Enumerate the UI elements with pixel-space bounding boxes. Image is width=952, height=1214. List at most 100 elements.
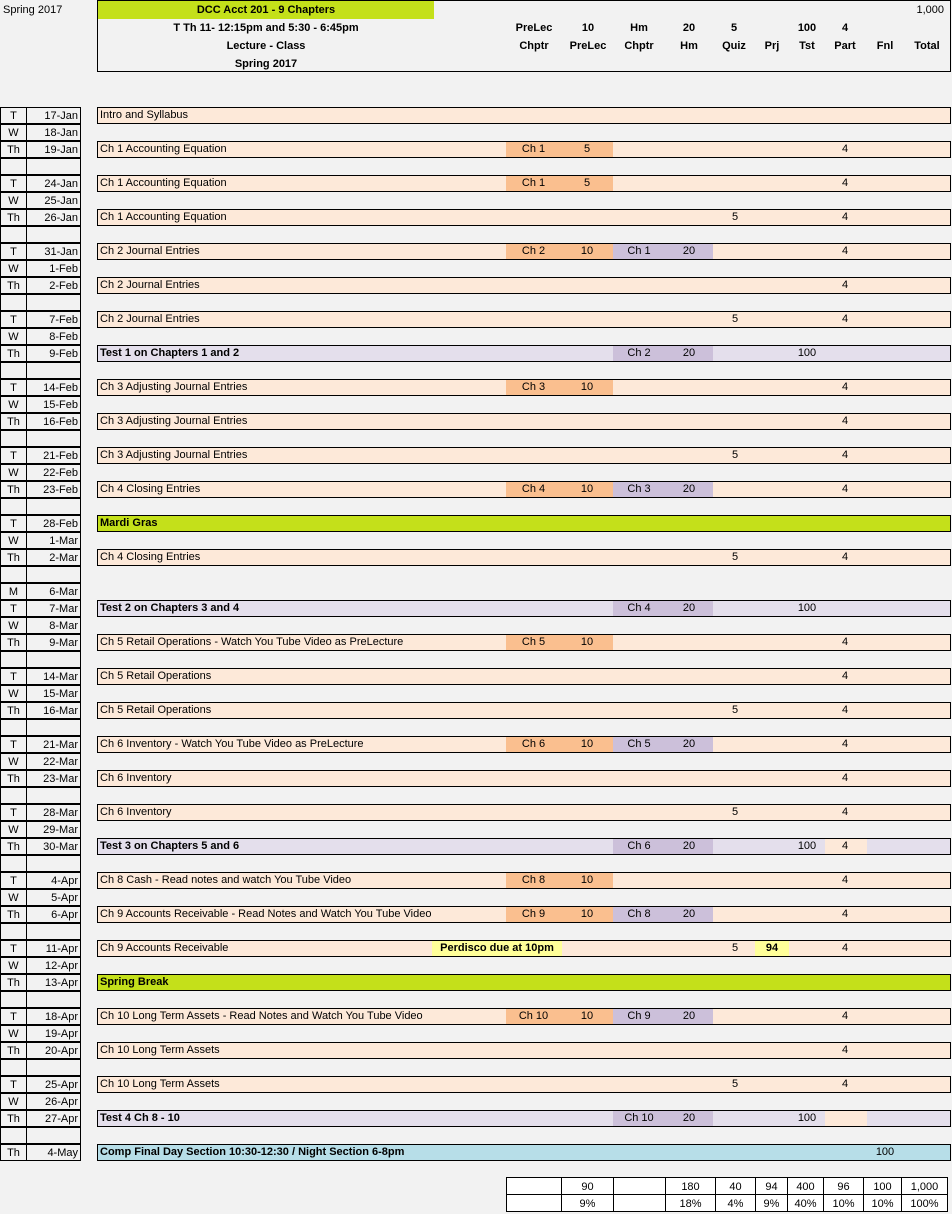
- date-cell-blank: [26, 719, 81, 736]
- hm-chapter: Ch 1: [627, 245, 651, 257]
- test-points: 100: [797, 840, 817, 852]
- row-topic: Ch 5 Retail Operations - Watch You Tube …: [100, 636, 404, 648]
- prelec-chapter: Ch 1: [521, 143, 546, 155]
- participation-points: 4: [841, 415, 849, 427]
- col-header-part: Part: [834, 40, 856, 52]
- row-topic: Ch 10 Long Term Assets: [100, 1078, 220, 1090]
- date-cell: 12-Apr: [26, 957, 81, 974]
- hm-chapter: Ch 3: [627, 483, 651, 495]
- schedule-row: Ch 9 Accounts Receivable 5 94 4 Perdisco due…: [97, 940, 951, 957]
- participation-points: 4: [841, 245, 849, 257]
- day-cell-blank: [0, 855, 27, 872]
- prelec-points: 10: [580, 245, 594, 257]
- row-topic: Mardi Gras: [100, 517, 158, 529]
- schedule-row: Ch 1 Accounting Equation Ch 1 5 4: [97, 175, 951, 192]
- prelec-chapter: Ch 3: [521, 381, 546, 393]
- date-cell: 1-Mar: [26, 532, 81, 549]
- row-topic: Ch 4 Closing Entries: [100, 551, 201, 563]
- participation-points: 4: [841, 738, 849, 750]
- date-cell: 28-Mar: [26, 804, 81, 821]
- day-cell: T: [0, 736, 27, 753]
- test-points: 100: [797, 602, 817, 614]
- hm-points-value: 20: [682, 22, 696, 34]
- date-cell: 21-Mar: [26, 736, 81, 753]
- schedule-row: Intro and Syllabus: [97, 107, 951, 124]
- schedule-row: Ch 1 Accounting Equation 5 4: [97, 209, 951, 226]
- day-cell: W: [0, 821, 27, 838]
- schedule-row: Test 3 on Chapters 5 and 6 Ch 6 20 100 4: [97, 838, 951, 855]
- total-blank-cell: [506, 1194, 562, 1212]
- row-topic: Spring Break: [100, 976, 169, 988]
- class-term: Spring 2017: [234, 58, 298, 70]
- hm-chapter: Ch 4: [627, 602, 651, 614]
- schedule-row: Ch 4 Closing Entries 5 4: [97, 549, 951, 566]
- row-topic: Ch 3 Adjusting Journal Entries: [100, 381, 248, 393]
- day-cell: Th: [0, 481, 27, 498]
- participation-points: 4: [841, 551, 849, 563]
- schedule-row: Ch 10 Long Term Assets 5 4: [97, 1076, 951, 1093]
- total-points-cell: 180: [665, 1177, 716, 1195]
- date-cell: 4-May: [26, 1144, 81, 1161]
- day-cell: T: [0, 1008, 27, 1025]
- day-cell: W: [0, 328, 27, 345]
- participation-points: 4: [841, 772, 849, 784]
- day-cell: T: [0, 447, 27, 464]
- day-cell: Th: [0, 770, 27, 787]
- date-cell-blank: [26, 1059, 81, 1076]
- test-points: 100: [797, 1112, 817, 1124]
- hm-chapter: Ch 9: [627, 1010, 651, 1022]
- date-cell-blank: [26, 651, 81, 668]
- day-cell: M: [0, 583, 27, 600]
- day-cell: T: [0, 600, 27, 617]
- day-cell: W: [0, 464, 27, 481]
- day-cell: Th: [0, 141, 27, 158]
- total-percent-cell: 40%: [787, 1194, 824, 1212]
- date-cell: 19-Apr: [26, 1025, 81, 1042]
- hm-points: 20: [682, 908, 696, 920]
- day-cell: W: [0, 753, 27, 770]
- final-points: 100: [875, 1146, 895, 1158]
- quiz-points: 5: [731, 313, 739, 325]
- date-cell: 4-Apr: [26, 872, 81, 889]
- day-cell: W: [0, 685, 27, 702]
- day-cell: W: [0, 1025, 27, 1042]
- row-topic: Ch 10 Long Term Assets - Read Notes and …: [100, 1010, 423, 1022]
- day-cell: W: [0, 957, 27, 974]
- day-cell: T: [0, 872, 27, 889]
- total-percent-cell: 100%: [901, 1194, 948, 1212]
- day-cell: W: [0, 1093, 27, 1110]
- date-cell-blank: [26, 362, 81, 379]
- total-blank-cell: [613, 1194, 666, 1212]
- date-cell: 22-Mar: [26, 753, 81, 770]
- date-cell: 26-Jan: [26, 209, 81, 226]
- day-cell: Th: [0, 838, 27, 855]
- date-cell: 29-Mar: [26, 821, 81, 838]
- date-cell: 16-Feb: [26, 413, 81, 430]
- day-cell: T: [0, 379, 27, 396]
- total-percent-cell: 10%: [863, 1194, 902, 1212]
- hm-chapter: Ch 5: [627, 738, 651, 750]
- prelec-chapter: Ch 4: [521, 483, 546, 495]
- date-cell: 23-Feb: [26, 481, 81, 498]
- schedule-row: Ch 5 Retail Operations 5 4: [97, 702, 951, 719]
- total-percent-cell: 10%: [823, 1194, 864, 1212]
- schedule-row: Ch 2 Journal Entries 5 4: [97, 311, 951, 328]
- total-points-cell: 90: [561, 1177, 614, 1195]
- prelec-chapter: Ch 5: [521, 636, 546, 648]
- day-cell: T: [0, 515, 27, 532]
- hm-points: 20: [682, 347, 696, 359]
- day-cell-blank: [0, 294, 27, 311]
- prelec-chapter: Ch 10: [518, 1010, 549, 1022]
- day-cell: T: [0, 668, 27, 685]
- date-cell: 9-Mar: [26, 634, 81, 651]
- day-cell: W: [0, 617, 27, 634]
- prelec-points-label: PreLec: [515, 22, 553, 34]
- day-cell: Th: [0, 209, 27, 226]
- date-cell-blank: [26, 787, 81, 804]
- schedule-row: Ch 1 Accounting Equation Ch 1 5 4: [97, 141, 951, 158]
- term-label: Spring 2017: [3, 4, 63, 16]
- col-header-quiz: Quiz: [722, 40, 746, 52]
- prelec-points: 10: [580, 874, 594, 886]
- date-cell: 8-Feb: [26, 328, 81, 345]
- date-cell: 28-Feb: [26, 515, 81, 532]
